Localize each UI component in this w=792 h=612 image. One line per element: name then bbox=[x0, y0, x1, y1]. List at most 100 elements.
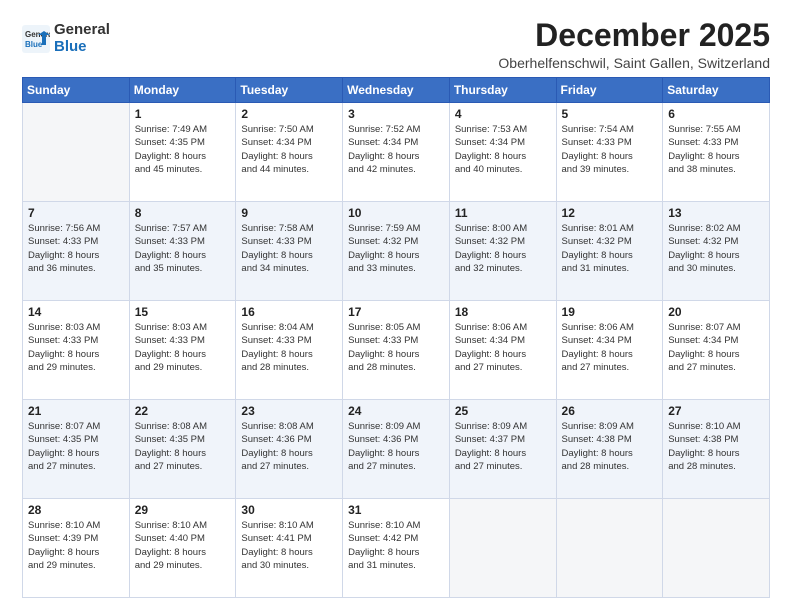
day-info: Sunrise: 8:00 AM Sunset: 4:32 PM Dayligh… bbox=[455, 222, 551, 275]
day-number: 17 bbox=[348, 305, 444, 319]
weekday-header-wednesday: Wednesday bbox=[343, 78, 450, 103]
day-number: 21 bbox=[28, 404, 124, 418]
day-number: 8 bbox=[135, 206, 231, 220]
calendar-cell: 30 Sunrise: 8:10 AM Sunset: 4:41 PM Dayl… bbox=[236, 499, 343, 598]
day-number: 5 bbox=[562, 107, 658, 121]
calendar-cell: 20 Sunrise: 8:07 AM Sunset: 4:34 PM Dayl… bbox=[663, 301, 770, 400]
logo-general: General bbox=[54, 21, 110, 38]
calendar-week-row: 1 Sunrise: 7:49 AM Sunset: 4:35 PM Dayli… bbox=[23, 103, 770, 202]
day-number: 3 bbox=[348, 107, 444, 121]
calendar-cell: 29 Sunrise: 8:10 AM Sunset: 4:40 PM Dayl… bbox=[129, 499, 236, 598]
calendar-cell: 23 Sunrise: 8:08 AM Sunset: 4:36 PM Dayl… bbox=[236, 400, 343, 499]
calendar-cell: 12 Sunrise: 8:01 AM Sunset: 4:32 PM Dayl… bbox=[556, 202, 663, 301]
day-info: Sunrise: 8:09 AM Sunset: 4:38 PM Dayligh… bbox=[562, 420, 658, 473]
day-info: Sunrise: 8:02 AM Sunset: 4:32 PM Dayligh… bbox=[668, 222, 764, 275]
weekday-header-thursday: Thursday bbox=[449, 78, 556, 103]
day-info: Sunrise: 7:52 AM Sunset: 4:34 PM Dayligh… bbox=[348, 123, 444, 176]
page: General Blue General Blue December 2025 … bbox=[0, 0, 792, 612]
logo: General Blue General Blue bbox=[22, 22, 110, 55]
calendar-cell: 18 Sunrise: 8:06 AM Sunset: 4:34 PM Dayl… bbox=[449, 301, 556, 400]
calendar-cell: 10 Sunrise: 7:59 AM Sunset: 4:32 PM Dayl… bbox=[343, 202, 450, 301]
day-number: 27 bbox=[668, 404, 764, 418]
day-number: 12 bbox=[562, 206, 658, 220]
calendar-week-row: 14 Sunrise: 8:03 AM Sunset: 4:33 PM Dayl… bbox=[23, 301, 770, 400]
weekday-header-sunday: Sunday bbox=[23, 78, 130, 103]
day-number: 22 bbox=[135, 404, 231, 418]
calendar-week-row: 7 Sunrise: 7:56 AM Sunset: 4:33 PM Dayli… bbox=[23, 202, 770, 301]
day-number: 23 bbox=[241, 404, 337, 418]
day-number: 7 bbox=[28, 206, 124, 220]
calendar-cell bbox=[556, 499, 663, 598]
day-info: Sunrise: 7:59 AM Sunset: 4:32 PM Dayligh… bbox=[348, 222, 444, 275]
header: General Blue General Blue December 2025 … bbox=[22, 18, 770, 71]
calendar-cell: 16 Sunrise: 8:04 AM Sunset: 4:33 PM Dayl… bbox=[236, 301, 343, 400]
day-info: Sunrise: 7:54 AM Sunset: 4:33 PM Dayligh… bbox=[562, 123, 658, 176]
logo-text: General Blue bbox=[54, 22, 110, 55]
day-info: Sunrise: 8:10 AM Sunset: 4:42 PM Dayligh… bbox=[348, 519, 444, 572]
day-info: Sunrise: 8:03 AM Sunset: 4:33 PM Dayligh… bbox=[28, 321, 124, 374]
day-info: Sunrise: 8:03 AM Sunset: 4:33 PM Dayligh… bbox=[135, 321, 231, 374]
logo-blue: Blue bbox=[54, 38, 87, 55]
day-info: Sunrise: 8:09 AM Sunset: 4:37 PM Dayligh… bbox=[455, 420, 551, 473]
day-info: Sunrise: 8:10 AM Sunset: 4:38 PM Dayligh… bbox=[668, 420, 764, 473]
day-number: 11 bbox=[455, 206, 551, 220]
day-info: Sunrise: 7:57 AM Sunset: 4:33 PM Dayligh… bbox=[135, 222, 231, 275]
weekday-header-friday: Friday bbox=[556, 78, 663, 103]
day-info: Sunrise: 8:01 AM Sunset: 4:32 PM Dayligh… bbox=[562, 222, 658, 275]
day-info: Sunrise: 8:07 AM Sunset: 4:35 PM Dayligh… bbox=[28, 420, 124, 473]
calendar-cell: 5 Sunrise: 7:54 AM Sunset: 4:33 PM Dayli… bbox=[556, 103, 663, 202]
weekday-header-tuesday: Tuesday bbox=[236, 78, 343, 103]
calendar-cell: 28 Sunrise: 8:10 AM Sunset: 4:39 PM Dayl… bbox=[23, 499, 130, 598]
calendar-cell: 4 Sunrise: 7:53 AM Sunset: 4:34 PM Dayli… bbox=[449, 103, 556, 202]
day-info: Sunrise: 8:04 AM Sunset: 4:33 PM Dayligh… bbox=[241, 321, 337, 374]
calendar-cell: 25 Sunrise: 8:09 AM Sunset: 4:37 PM Dayl… bbox=[449, 400, 556, 499]
day-info: Sunrise: 8:10 AM Sunset: 4:40 PM Dayligh… bbox=[135, 519, 231, 572]
day-info: Sunrise: 7:53 AM Sunset: 4:34 PM Dayligh… bbox=[455, 123, 551, 176]
calendar-cell: 8 Sunrise: 7:57 AM Sunset: 4:33 PM Dayli… bbox=[129, 202, 236, 301]
calendar-cell: 9 Sunrise: 7:58 AM Sunset: 4:33 PM Dayli… bbox=[236, 202, 343, 301]
calendar-cell: 3 Sunrise: 7:52 AM Sunset: 4:34 PM Dayli… bbox=[343, 103, 450, 202]
calendar-cell: 17 Sunrise: 8:05 AM Sunset: 4:33 PM Dayl… bbox=[343, 301, 450, 400]
day-info: Sunrise: 7:55 AM Sunset: 4:33 PM Dayligh… bbox=[668, 123, 764, 176]
day-number: 29 bbox=[135, 503, 231, 517]
calendar-cell: 24 Sunrise: 8:09 AM Sunset: 4:36 PM Dayl… bbox=[343, 400, 450, 499]
weekday-header-monday: Monday bbox=[129, 78, 236, 103]
day-info: Sunrise: 8:05 AM Sunset: 4:33 PM Dayligh… bbox=[348, 321, 444, 374]
calendar-cell: 26 Sunrise: 8:09 AM Sunset: 4:38 PM Dayl… bbox=[556, 400, 663, 499]
day-info: Sunrise: 7:58 AM Sunset: 4:33 PM Dayligh… bbox=[241, 222, 337, 275]
day-number: 9 bbox=[241, 206, 337, 220]
calendar-cell: 19 Sunrise: 8:06 AM Sunset: 4:34 PM Dayl… bbox=[556, 301, 663, 400]
calendar-cell bbox=[449, 499, 556, 598]
day-number: 19 bbox=[562, 305, 658, 319]
day-number: 10 bbox=[348, 206, 444, 220]
title-block: December 2025 Oberhelfenschwil, Saint Ga… bbox=[498, 18, 770, 71]
calendar: SundayMondayTuesdayWednesdayThursdayFrid… bbox=[22, 77, 770, 598]
day-number: 20 bbox=[668, 305, 764, 319]
calendar-cell: 1 Sunrise: 7:49 AM Sunset: 4:35 PM Dayli… bbox=[129, 103, 236, 202]
calendar-cell: 6 Sunrise: 7:55 AM Sunset: 4:33 PM Dayli… bbox=[663, 103, 770, 202]
calendar-cell bbox=[663, 499, 770, 598]
day-number: 26 bbox=[562, 404, 658, 418]
day-number: 31 bbox=[348, 503, 444, 517]
day-info: Sunrise: 7:49 AM Sunset: 4:35 PM Dayligh… bbox=[135, 123, 231, 176]
day-info: Sunrise: 8:10 AM Sunset: 4:41 PM Dayligh… bbox=[241, 519, 337, 572]
day-info: Sunrise: 8:07 AM Sunset: 4:34 PM Dayligh… bbox=[668, 321, 764, 374]
svg-text:Blue: Blue bbox=[25, 40, 43, 49]
calendar-header-row: SundayMondayTuesdayWednesdayThursdayFrid… bbox=[23, 78, 770, 103]
day-info: Sunrise: 8:09 AM Sunset: 4:36 PM Dayligh… bbox=[348, 420, 444, 473]
day-number: 15 bbox=[135, 305, 231, 319]
calendar-cell: 22 Sunrise: 8:08 AM Sunset: 4:35 PM Dayl… bbox=[129, 400, 236, 499]
calendar-cell: 13 Sunrise: 8:02 AM Sunset: 4:32 PM Dayl… bbox=[663, 202, 770, 301]
day-number: 18 bbox=[455, 305, 551, 319]
day-number: 2 bbox=[241, 107, 337, 121]
day-number: 28 bbox=[28, 503, 124, 517]
calendar-cell: 14 Sunrise: 8:03 AM Sunset: 4:33 PM Dayl… bbox=[23, 301, 130, 400]
day-number: 24 bbox=[348, 404, 444, 418]
calendar-cell: 15 Sunrise: 8:03 AM Sunset: 4:33 PM Dayl… bbox=[129, 301, 236, 400]
day-number: 25 bbox=[455, 404, 551, 418]
day-info: Sunrise: 7:50 AM Sunset: 4:34 PM Dayligh… bbox=[241, 123, 337, 176]
day-number: 14 bbox=[28, 305, 124, 319]
calendar-week-row: 21 Sunrise: 8:07 AM Sunset: 4:35 PM Dayl… bbox=[23, 400, 770, 499]
day-info: Sunrise: 8:08 AM Sunset: 4:36 PM Dayligh… bbox=[241, 420, 337, 473]
logo-icon: General Blue bbox=[22, 25, 50, 53]
